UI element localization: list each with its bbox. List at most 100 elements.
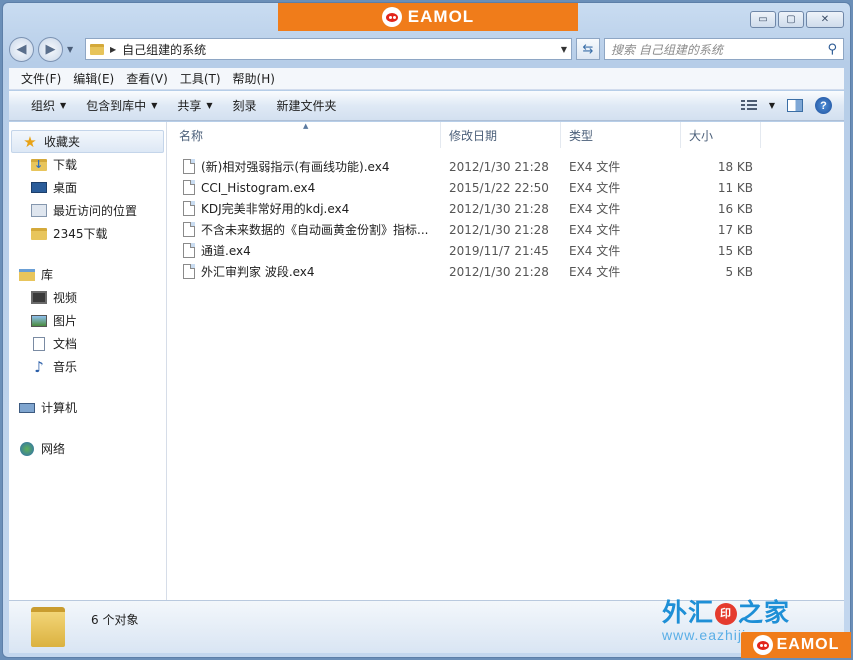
minimize-icon: ▭ — [758, 14, 768, 25]
new-folder-button[interactable]: 新建文件夹 — [267, 97, 347, 114]
file-date: 2015/1/22 22:50 — [449, 180, 549, 195]
minimize-button[interactable]: ▭ — [750, 11, 776, 28]
menu-bar: 文件(F) 编辑(E) 查看(V) 工具(T) 帮助(H) — [9, 68, 844, 90]
file-list-pane: ▲ 名称 修改日期 类型 大小 (新)相对强弱指示(有画线功能).ex4 201… — [167, 122, 844, 600]
file-date: 2012/1/30 21:28 — [449, 222, 549, 237]
file-row[interactable]: (新)相对强弱指示(有画线功能).ex4 2012/1/30 21:28 EX4… — [167, 156, 844, 177]
column-size[interactable]: 大小 — [681, 122, 761, 148]
watermark-title: 外汇印之家 — [662, 593, 790, 629]
nav-item-label: 最近访问的位置 — [53, 204, 138, 218]
back-button[interactable]: ◀ — [9, 36, 34, 62]
file-type: EX4 文件 — [569, 181, 621, 195]
file-row[interactable]: 外汇审判家 波段.ex4 2012/1/30 21:28 EX4 文件 5 KB — [167, 261, 844, 282]
file-icon — [183, 222, 195, 237]
help-icon[interactable]: ? — [815, 97, 832, 114]
file-name: 外汇审判家 波段.ex4 — [201, 265, 315, 279]
nav-favorites[interactable]: ★ 收藏夹 — [11, 130, 164, 153]
nav-item-desktop[interactable]: 桌面 — [9, 176, 166, 199]
refresh-icon: ⇆ — [582, 41, 594, 57]
maximize-button[interactable]: ▢ — [778, 11, 804, 28]
recent-places-icon — [31, 204, 47, 217]
address-row: ◀ ▶ ▼ ▶ 自己组建的系统 ▼ ⇆ 搜索 自己组建的系统 ⚲ — [9, 35, 844, 63]
organize-label: 组织 — [31, 99, 56, 113]
forward-button[interactable]: ▶ — [38, 36, 63, 62]
explorer-window: EAMOL ▭ ▢ ✕ ◀ ▶ ▼ ▶ 自己组建的系统 ▼ ⇆ 搜索 自己组建的… — [2, 2, 851, 658]
close-button[interactable]: ✕ — [806, 11, 844, 28]
file-date: 2012/1/30 21:28 — [449, 264, 549, 279]
recent-pages-dropdown[interactable]: ▼ — [67, 45, 77, 54]
folder-icon — [31, 607, 65, 647]
file-row[interactable]: 通道.ex4 2019/11/7 21:45 EX4 文件 15 KB — [167, 240, 844, 261]
share-button[interactable]: 共享 ▼ — [167, 97, 222, 114]
menu-help[interactable]: 帮助(H) — [227, 70, 281, 87]
search-placeholder: 搜索 自己组建的系统 — [611, 42, 723, 57]
file-row[interactable]: KDJ完美非常好用的kdj.ex4 2012/1/30 21:28 EX4 文件… — [167, 198, 844, 219]
nav-item-label: 下载 — [53, 158, 78, 172]
breadcrumb-arrow-icon[interactable]: ▶ — [110, 45, 116, 54]
nav-item-videos[interactable]: 视频 — [9, 286, 166, 309]
breadcrumb-current[interactable]: 自己组建的系统 — [122, 41, 555, 58]
menu-file[interactable]: 文件(F) — [15, 70, 67, 87]
badge-brand: EAMOL — [776, 636, 840, 653]
file-icon — [183, 264, 195, 279]
eamol-banner: EAMOL — [278, 3, 578, 31]
menu-tools[interactable]: 工具(T) — [174, 70, 227, 87]
content-panes: ★ 收藏夹 下载 桌面 最近访问的位置 2345下载 库 — [9, 122, 844, 600]
file-name: CCI_Histogram.ex4 — [201, 180, 316, 195]
eamol-logo-icon — [752, 635, 773, 655]
column-modified-date[interactable]: 修改日期 — [441, 122, 561, 148]
menu-edit[interactable]: 编辑(E) — [67, 70, 120, 87]
file-row[interactable]: CCI_Histogram.ex4 2015/1/22 22:50 EX4 文件… — [167, 177, 844, 198]
nav-libraries[interactable]: 库 — [9, 263, 166, 286]
chevron-down-icon: ▼ — [151, 101, 158, 110]
maximize-icon: ▢ — [786, 14, 796, 25]
column-type[interactable]: 类型 — [561, 122, 681, 148]
nav-item-label: 视频 — [53, 291, 78, 305]
nav-favorites-label: 收藏夹 — [44, 135, 81, 149]
address-bar[interactable]: ▶ 自己组建的系统 ▼ — [85, 38, 572, 60]
search-input[interactable]: 搜索 自己组建的系统 ⚲ — [604, 38, 844, 60]
view-options-icon[interactable] — [740, 99, 757, 112]
file-icon — [183, 159, 195, 174]
command-bar: 组织 ▼ 包含到库中 ▼ 共享 ▼ 刻录 新建文件夹 ▼ ? — [9, 91, 844, 121]
nav-item-label: 2345下载 — [53, 227, 108, 241]
item-count: 6 个对象 — [91, 613, 139, 627]
eamol-logo-icon — [381, 7, 402, 27]
nav-network[interactable]: 网络 — [9, 437, 166, 460]
file-name: 通道.ex4 — [201, 244, 251, 258]
search-icon[interactable]: ⚲ — [827, 42, 837, 57]
preview-pane-icon[interactable] — [787, 99, 803, 112]
nav-network-label: 网络 — [41, 442, 66, 456]
nav-item-label: 桌面 — [53, 181, 78, 195]
include-in-library-button[interactable]: 包含到库中 ▼ — [76, 97, 167, 114]
address-dropdown-icon[interactable]: ▼ — [561, 45, 567, 54]
organize-button[interactable]: 组织 ▼ — [21, 97, 76, 114]
nav-item-pictures[interactable]: 图片 — [9, 309, 166, 332]
music-note-icon: ♪ — [34, 357, 44, 376]
documents-icon — [33, 336, 45, 351]
navigation-pane: ★ 收藏夹 下载 桌面 最近访问的位置 2345下载 库 — [9, 122, 167, 600]
file-date: 2012/1/30 21:28 — [449, 159, 549, 174]
nav-item-music[interactable]: ♪ 音乐 — [9, 355, 166, 378]
file-date: 2012/1/30 21:28 — [449, 201, 549, 216]
nav-item-downloads[interactable]: 下载 — [9, 153, 166, 176]
view-dropdown-icon[interactable]: ▼ — [769, 101, 775, 110]
column-headers: ▲ 名称 修改日期 类型 大小 — [167, 122, 844, 148]
menu-view[interactable]: 查看(V) — [120, 70, 174, 87]
nav-computer[interactable]: 计算机 — [9, 396, 166, 419]
nav-item-2345-downloads[interactable]: 2345下载 — [9, 222, 166, 245]
watermark-title-b: 之家 — [737, 598, 790, 627]
file-type: EX4 文件 — [569, 223, 621, 237]
file-type: EX4 文件 — [569, 202, 621, 216]
refresh-button[interactable]: ⇆ — [576, 38, 600, 60]
file-size: 15 KB — [717, 243, 753, 258]
video-icon — [31, 291, 47, 304]
folder-icon — [90, 43, 104, 55]
nav-item-documents[interactable]: 文档 — [9, 332, 166, 355]
file-row[interactable]: 不含未来数据的《自动画黄金份割》指标... 2012/1/30 21:28 EX… — [167, 219, 844, 240]
watermark-seal-icon: 印 — [714, 603, 737, 625]
banner-brand: EAMOL — [407, 7, 475, 26]
burn-button[interactable]: 刻录 — [223, 97, 267, 114]
nav-item-label: 图片 — [53, 314, 78, 328]
nav-item-recent-places[interactable]: 最近访问的位置 — [9, 199, 166, 222]
